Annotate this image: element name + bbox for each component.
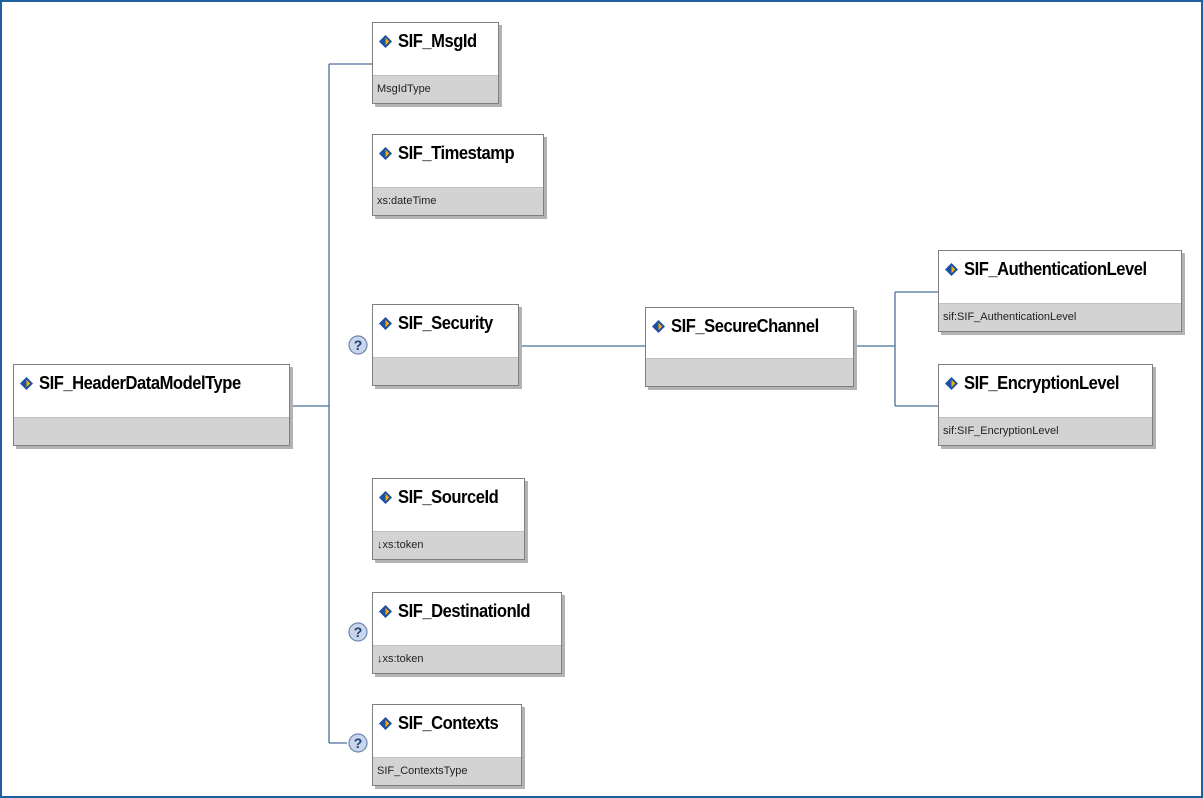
optional-icon: ? bbox=[348, 335, 368, 355]
element-icon bbox=[652, 319, 665, 333]
node-securechannel[interactable]: SIF_SecureChannel bbox=[645, 307, 854, 387]
element-icon bbox=[379, 146, 392, 160]
node-type bbox=[646, 358, 853, 386]
node-msgid[interactable]: SIF_MsgId MsgIdType bbox=[372, 22, 499, 104]
node-name: SIF_SourceId bbox=[398, 486, 499, 507]
svg-text:?: ? bbox=[354, 624, 363, 640]
element-icon bbox=[379, 716, 392, 730]
node-type: xs:dateTime bbox=[373, 187, 543, 215]
element-icon bbox=[379, 490, 392, 504]
node-encryptionlevel[interactable]: SIF_EncryptionLevel sif:SIF_EncryptionLe… bbox=[938, 364, 1153, 446]
node-type: ↓xs:token bbox=[373, 531, 524, 559]
node-contexts[interactable]: SIF_Contexts SIF_ContextsType bbox=[372, 704, 522, 786]
node-name: SIF_Security bbox=[398, 312, 493, 333]
node-security[interactable]: SIF_Security bbox=[372, 304, 519, 386]
node-name: SIF_DestinationId bbox=[398, 600, 531, 621]
svg-text:?: ? bbox=[354, 337, 363, 353]
element-icon bbox=[379, 316, 392, 330]
optional-icon: ? bbox=[348, 622, 368, 642]
node-name: SIF_AuthenticationLevel bbox=[964, 258, 1147, 279]
node-authenticationlevel[interactable]: SIF_AuthenticationLevel sif:SIF_Authenti… bbox=[938, 250, 1182, 332]
element-icon bbox=[945, 262, 958, 276]
element-icon bbox=[945, 376, 958, 390]
node-name: SIF_Contexts bbox=[398, 712, 499, 733]
node-name: SIF_Timestamp bbox=[398, 142, 515, 163]
node-destinationid[interactable]: SIF_DestinationId ↓xs:token bbox=[372, 592, 562, 674]
node-type: ↓xs:token bbox=[373, 645, 561, 673]
element-icon bbox=[379, 34, 392, 48]
node-type: sif:SIF_AuthenticationLevel bbox=[939, 303, 1181, 331]
element-icon bbox=[379, 604, 392, 618]
node-type bbox=[14, 417, 289, 445]
node-name: SIF_SecureChannel bbox=[671, 315, 819, 336]
node-root[interactable]: SIF_HeaderDataModelType bbox=[13, 364, 290, 446]
node-name: SIF_HeaderDataModelType bbox=[39, 372, 241, 393]
node-type: sif:SIF_EncryptionLevel bbox=[939, 417, 1152, 445]
node-type: SIF_ContextsType bbox=[373, 757, 521, 785]
element-icon bbox=[20, 376, 33, 390]
node-type: MsgIdType bbox=[373, 75, 498, 103]
schema-diagram: SIF_HeaderDataModelType SIF_MsgId MsgIdT… bbox=[0, 0, 1203, 798]
optional-icon: ? bbox=[348, 733, 368, 753]
node-sourceid[interactable]: SIF_SourceId ↓xs:token bbox=[372, 478, 525, 560]
node-name: SIF_MsgId bbox=[398, 30, 477, 51]
svg-text:?: ? bbox=[354, 735, 363, 751]
node-timestamp[interactable]: SIF_Timestamp xs:dateTime bbox=[372, 134, 544, 216]
node-type bbox=[373, 357, 518, 385]
node-name: SIF_EncryptionLevel bbox=[964, 372, 1120, 393]
